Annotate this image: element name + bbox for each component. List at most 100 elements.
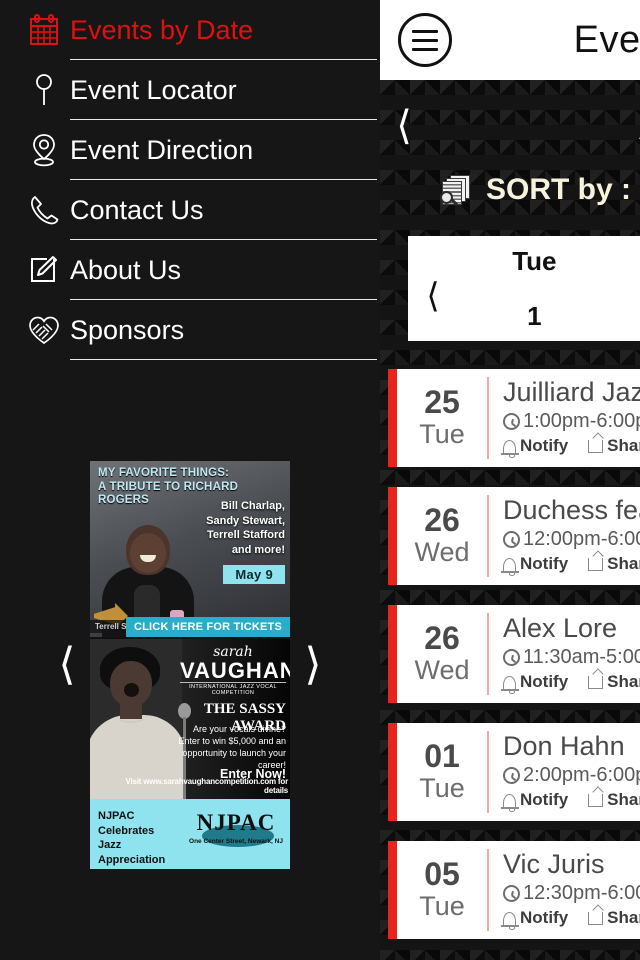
table-row[interactable]: 25 Tue Juilliard Jaz 1:00pm-6:00pm Not <box>388 369 640 467</box>
navigation-drawer: Events by Date Event Locator Event Direc… <box>0 0 380 960</box>
month-prev-icon[interactable]: ⟨ <box>380 106 428 146</box>
main-panel: Events by Date ⟨ APRIL, SORT by : ⟨ Tue <box>380 0 640 960</box>
share-button[interactable]: Share <box>588 672 640 692</box>
notify-label: Notify <box>520 908 569 928</box>
week-day-number: 2 <box>617 301 640 332</box>
drawer-menu: Events by Date Event Locator Event Direc… <box>0 0 380 360</box>
carousel-prev-icon[interactable]: ⟨ <box>44 643 90 687</box>
week-strip: ⟨ Tue 1 Wed 2 Thu 3 <box>408 236 640 341</box>
events-list: 25 Tue Juilliard Jaz 1:00pm-6:00pm Not <box>380 369 640 939</box>
share-button[interactable]: Share <box>588 908 640 928</box>
app-root: Events by Date ⟨ APRIL, SORT by : ⟨ Tue <box>0 0 640 960</box>
sidebar-item-label: Event Direction <box>70 134 254 165</box>
artist-line: Bill Charlap, <box>220 500 285 512</box>
table-row[interactable]: 26 Wed Alex Lore 11:30am-5:00pm Notify <box>388 605 640 703</box>
sidebar-item-event-direction[interactable]: Event Direction <box>0 120 380 180</box>
ad-copy: Are your vocals divine? Enter to win $5,… <box>168 723 286 771</box>
notify-button[interactable]: Notify <box>500 790 568 812</box>
njpac-address: One Center Street, Newark, NJ <box>189 838 283 845</box>
competition-url: Visit www.sarahvaughancompetition.com fo… <box>125 777 289 795</box>
ad-artists: Bill Charlap, Sandy Stewart, Terrell Sta… <box>181 499 285 557</box>
event-body: Alex Lore 11:30am-5:00pm Notify <box>489 605 640 703</box>
notify-button[interactable]: Notify <box>500 436 569 458</box>
sort-label: SORT by : <box>486 173 632 206</box>
event-day-name: Tue <box>419 890 465 921</box>
week-day-cell[interactable]: Tue 1 <box>452 246 617 332</box>
sidebar-item-contact-us[interactable]: Contact Us <box>0 180 380 240</box>
sidebar-item-label: Sponsors <box>70 314 185 345</box>
calendar-icon <box>18 14 70 46</box>
artist-line: Terrell Stafford <box>206 529 285 542</box>
ad-slide-njpac[interactable]: NJPAC Celebrates Jazz Appreciation Month… <box>90 799 290 869</box>
event-day-number: 25 <box>424 384 460 421</box>
ad-banner[interactable]: MY FAVORITE THINGS: A TRIBUTE TO RICHARD… <box>90 461 290 869</box>
sidebar-item-event-locator[interactable]: Event Locator <box>0 60 380 120</box>
event-body: Duchess fea 12:00pm-6:00pm Notify <box>489 487 640 585</box>
njpac-logo: NJPAC One Center Street, Newark, NJ <box>188 811 284 847</box>
map-pin-icon <box>18 73 70 107</box>
event-time-row: 1:00pm-6:00pm <box>503 410 640 433</box>
event-time-row: 11:30am-5:00pm <box>503 646 640 669</box>
event-date: 01 Tue <box>397 731 489 813</box>
share-button[interactable]: Share <box>588 554 640 574</box>
event-day-name: Wed <box>414 654 470 685</box>
edit-square-icon <box>18 255 70 285</box>
notify-button[interactable]: Notify <box>500 672 568 694</box>
share-label: Share <box>607 436 640 456</box>
share-button[interactable]: Share <box>588 436 640 456</box>
event-day-name: Wed <box>414 536 470 567</box>
ad-slide-tribute[interactable]: MY FAVORITE THINGS: A TRIBUTE TO RICHARD… <box>90 461 290 639</box>
week-day-cell[interactable]: Wed 2 <box>617 246 640 332</box>
event-date: 05 Tue <box>397 849 489 931</box>
event-day-number: 26 <box>424 502 460 539</box>
sidebar-item-sponsors[interactable]: Sponsors <box>0 300 380 360</box>
event-title: Alex Lore <box>503 613 618 643</box>
ad-slide-vaughan[interactable]: sarah VAUGHAN INTERNATIONAL JAZZ VOCAL C… <box>90 639 290 799</box>
clock-icon <box>503 649 520 667</box>
event-day-number: 05 <box>424 856 460 893</box>
month-navigation: ⟨ APRIL, <box>380 80 640 158</box>
share-icon <box>588 793 604 807</box>
event-time: 11:30am-5:00pm <box>523 646 640 669</box>
event-day-name: Tue <box>419 772 465 803</box>
map-marker-icon <box>18 133 70 167</box>
bell-icon <box>500 911 519 930</box>
event-time: 12:00pm-6:00pm <box>523 528 640 551</box>
table-row[interactable]: 05 Tue Vic Juris 12:30pm-6:00pm Notify <box>388 841 640 939</box>
event-body: Vic Juris 12:30pm-6:00pm Notify <box>489 841 640 939</box>
week-day-number: 1 <box>527 300 542 331</box>
buy-tickets-button[interactable]: CLICK HERE FOR TICKETS <box>125 617 290 637</box>
notify-button[interactable]: Notify <box>500 908 569 930</box>
clock-icon <box>503 885 520 903</box>
carousel-next-icon[interactable]: ⟩ <box>290 643 336 687</box>
sort-row[interactable]: SORT by : <box>380 158 640 222</box>
share-icon <box>588 557 604 571</box>
sort-documents-icon <box>440 173 474 207</box>
artist-line: and more! <box>231 543 285 556</box>
week-prev-icon[interactable]: ⟨ <box>414 262 452 316</box>
event-time: 1:00pm-6:00pm <box>523 410 640 433</box>
artist-line: Sandy Stewart, <box>206 514 285 527</box>
event-actions: Notify Share <box>500 672 640 694</box>
sidebar-item-about-us[interactable]: About Us <box>0 240 380 300</box>
notify-label: Notify <box>520 436 569 456</box>
clock-icon <box>503 531 520 549</box>
share-button[interactable]: Share <box>588 790 640 810</box>
table-row[interactable]: 26 Wed Duchess fea 12:00pm-6:00pm Noti <box>388 487 640 585</box>
sidebar-item-events-by-date[interactable]: Events by Date <box>0 0 380 60</box>
event-title: Don Hahn <box>503 731 625 761</box>
event-actions: Notify Share <box>500 790 640 812</box>
event-actions: Notify Share <box>500 908 640 930</box>
notify-label: Notify <box>520 554 569 574</box>
hamburger-icon[interactable] <box>398 13 452 67</box>
table-row[interactable]: 01 Tue Don Hahn 2:00pm-6:00pm Notify <box>388 723 640 821</box>
phone-icon <box>18 194 70 226</box>
notify-button[interactable]: Notify <box>500 554 569 576</box>
share-label: Share <box>607 790 640 810</box>
sidebar-item-label: About Us <box>70 254 182 285</box>
event-time: 12:30pm-6:00pm <box>523 882 640 905</box>
bell-icon <box>500 439 519 458</box>
divider <box>70 358 377 360</box>
share-label: Share <box>607 554 640 574</box>
event-time-row: 2:00pm-6:00pm <box>503 764 640 787</box>
